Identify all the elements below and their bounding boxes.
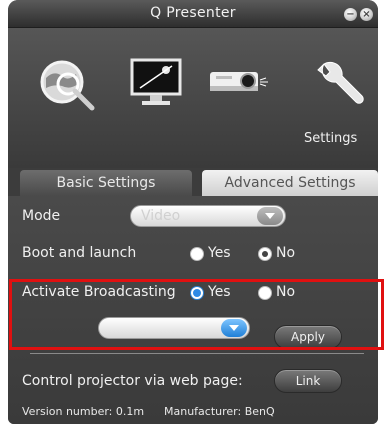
broadcast-select[interactable] (98, 317, 250, 339)
boot-no-label: No (276, 245, 296, 261)
q-presenter-window: Q Presenter − × Settings Basic Settings … (8, 0, 378, 424)
boot-no-radio[interactable] (258, 247, 272, 261)
boot-label: Boot and launch (22, 245, 137, 261)
broadcast-yes-label: Yes (208, 284, 231, 300)
settings-label: Settings (304, 131, 358, 146)
link-button[interactable]: Link (274, 369, 342, 393)
monitor-icon[interactable] (126, 56, 186, 126)
apply-button[interactable]: Apply (274, 325, 342, 349)
chevron-down-icon (221, 319, 247, 337)
broadcast-yes-radio[interactable] (190, 286, 204, 300)
broadcast-no-radio[interactable] (258, 286, 272, 300)
chevron-down-icon (257, 207, 283, 225)
broadcast-no-label: No (276, 284, 296, 300)
close-icon[interactable]: × (360, 8, 373, 21)
version-text: Version number: 0.1m (22, 405, 145, 418)
minimize-icon[interactable]: − (344, 8, 357, 21)
tab-basic-settings[interactable]: Basic Settings (20, 170, 192, 196)
tab-advanced-settings[interactable]: Advanced Settings (202, 170, 378, 196)
boot-yes-label: Yes (208, 245, 231, 261)
settings-panel: Mode Video Boot and launch Yes No Activa… (8, 196, 378, 424)
divider (30, 353, 364, 354)
mode-select[interactable]: Video (130, 205, 286, 227)
tab-strip: Basic Settings Advanced Settings (8, 168, 378, 196)
title-bar[interactable]: Q Presenter − × (8, 0, 378, 28)
control-web-label: Control projector via web page: (22, 373, 243, 389)
broadcast-label: Activate Broadcasting (22, 284, 176, 300)
boot-yes-radio[interactable] (190, 247, 204, 261)
projector-icon[interactable] (206, 56, 278, 126)
wrench-icon[interactable] (306, 56, 366, 126)
main-toolbar: Settings (8, 28, 378, 168)
mode-value: Video (141, 208, 181, 224)
mode-label: Mode (22, 208, 61, 224)
manufacturer-text: Manufacturer: BenQ (164, 405, 275, 418)
globe-search-icon[interactable] (36, 56, 106, 126)
window-title: Q Presenter (150, 5, 236, 21)
